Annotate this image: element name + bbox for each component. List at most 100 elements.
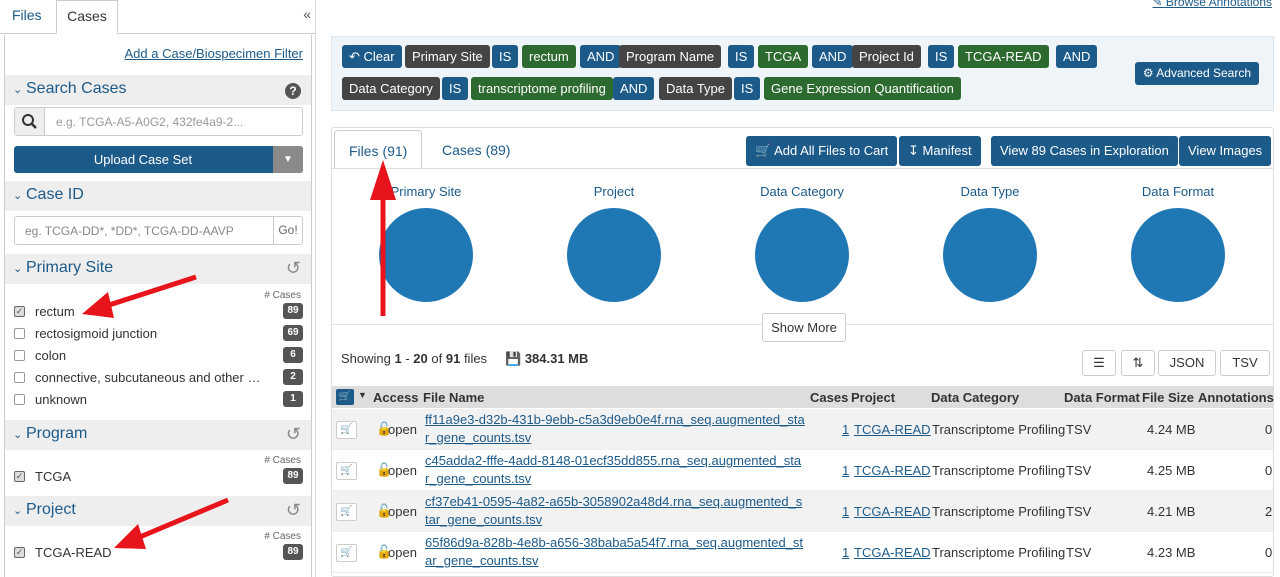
show-more-button[interactable]: Show More [762, 313, 846, 342]
caret-down-icon[interactable]: ▼ [273, 146, 303, 173]
filter-operator-pill[interactable]: IS [442, 77, 469, 100]
col-access[interactable]: Access [373, 390, 419, 405]
case-id-input[interactable]: eg. TCGA-DD*, *DD*, TCGA-DD-AAVP Go! [14, 216, 303, 245]
view-images-button[interactable]: View Images [1179, 136, 1272, 166]
add-filter-link[interactable]: Add a Case/Biospecimen Filter [125, 46, 303, 61]
go-button[interactable]: Go! [273, 217, 302, 244]
cases-link[interactable]: 1 [842, 504, 849, 519]
checkbox[interactable]: ✓ [14, 547, 25, 558]
checkbox[interactable] [14, 350, 25, 361]
filter-operator-pill[interactable]: AND [613, 77, 655, 100]
col-project[interactable]: Project [851, 390, 895, 405]
project-link[interactable]: TCGA-READ [854, 463, 931, 478]
pie-chart-slice[interactable] [567, 208, 661, 302]
program-header[interactable]: ⌄ Program ↺ [5, 420, 311, 450]
reset-icon[interactable]: ↺ [286, 500, 301, 521]
reset-icon[interactable]: ↺ [286, 424, 301, 445]
project-link[interactable]: TCGA-READ [854, 504, 931, 519]
project-header[interactable]: ⌄ Project ↺ [5, 496, 311, 526]
access-value: open [388, 463, 417, 478]
col-data-format[interactable]: Data Format [1064, 390, 1140, 405]
manifest-button[interactable]: ↧ Manifest [899, 136, 981, 166]
reset-icon[interactable]: ↺ [286, 258, 301, 279]
cases-link[interactable]: 1 [842, 422, 849, 437]
pie-chart-slice[interactable] [943, 208, 1037, 302]
checkbox[interactable] [14, 394, 25, 405]
checkbox[interactable]: ✓ [14, 306, 25, 317]
filter-value-pill[interactable]: TCGA [758, 45, 809, 68]
checkbox[interactable]: ✓ [14, 471, 25, 482]
filter-operator-pill[interactable]: IS [728, 45, 755, 68]
add-to-cart-icon[interactable]: 🛒 [336, 544, 357, 562]
col-cases[interactable]: Cases [810, 390, 848, 405]
col-file-name[interactable]: File Name [423, 390, 484, 405]
filter-value-pill[interactable]: TCGA-READ [958, 45, 1049, 68]
view-cases-button[interactable]: View 89 Cases in Exploration [991, 136, 1178, 166]
col-data-category[interactable]: Data Category [931, 390, 1019, 405]
file-name-link[interactable]: ff11a9e3-d32b-431b-9ebb-c5a3d9eb0e4f.rna… [425, 411, 805, 447]
add-to-cart-icon[interactable]: 🛒 [336, 503, 357, 521]
filter-field-pill[interactable]: Program Name [619, 45, 722, 68]
facet-item[interactable]: rectosigmoid junction 69 [14, 325, 303, 343]
tab-cases-results[interactable]: Cases (89) [428, 130, 524, 168]
checkbox[interactable] [14, 328, 25, 339]
case-id-header[interactable]: ⌄ Case ID [5, 181, 311, 211]
help-icon[interactable]: ? [285, 83, 301, 99]
access-value: open [388, 504, 417, 519]
checkbox[interactable] [14, 372, 25, 383]
filter-field-pill[interactable]: Project Id [852, 45, 921, 68]
json-export-button[interactable]: JSON [1158, 350, 1216, 376]
col-annotations[interactable]: Annotations [1198, 390, 1274, 405]
facet-item[interactable]: ✓ rectum 89 [14, 303, 303, 321]
total-size-value: 384.31 MB [524, 351, 589, 366]
pie-chart-slice[interactable] [379, 208, 473, 302]
facet-item[interactable]: ✓ TCGA-READ 89 [14, 544, 303, 562]
search-cases-header[interactable]: ⌄ Search Cases ? [5, 75, 311, 105]
filter-field-pill[interactable]: Data Type [659, 77, 733, 100]
add-to-cart-icon[interactable]: 🛒 [336, 462, 357, 480]
facet-item[interactable]: colon 6 [14, 347, 303, 365]
facet-item[interactable]: unknown 1 [14, 391, 303, 409]
upload-case-set-button[interactable]: Upload Case Set ▼ [14, 146, 303, 173]
file-name-link[interactable]: c45adda2-fffe-4add-8148-01ecf35dd855.rna… [425, 452, 805, 488]
caret-down-icon[interactable]: ▼ [358, 390, 367, 400]
filter-field-pill[interactable]: Data Category [342, 77, 440, 100]
filter-value-pill[interactable]: transcriptome profiling [471, 77, 613, 100]
project-link[interactable]: TCGA-READ [854, 422, 931, 437]
filter-value-pill[interactable]: Gene Expression Quantification [764, 77, 961, 100]
filter-operator-pill[interactable]: IS [734, 77, 761, 100]
collapse-sidebar-icon[interactable]: « [303, 6, 311, 22]
add-all-to-cart-button[interactable]: 🛒 Add All Files to Cart [746, 136, 898, 166]
cases-link[interactable]: 1 [842, 545, 849, 560]
filter-operator-pill[interactable]: AND [580, 45, 622, 68]
columns-menu-button[interactable]: ☰ [1082, 350, 1116, 376]
browse-annotations-link[interactable]: ✎ Browse Annotations [1153, 0, 1272, 9]
add-to-cart-icon[interactable]: 🛒 [336, 421, 357, 439]
primary-site-header[interactable]: ⌄ Primary Site ↺ [5, 254, 311, 284]
filter-operator-pill[interactable]: IS [492, 45, 519, 68]
tab-cases[interactable]: Cases [56, 0, 118, 34]
case-search-input[interactable]: e.g. TCGA-A5-A0G2, 432fe4a9-2... [14, 107, 303, 136]
cart-select-all-icon[interactable]: 🛒 [336, 389, 354, 405]
facet-item[interactable]: ✓ TCGA 89 [14, 468, 303, 486]
filter-operator-pill[interactable]: IS [928, 45, 955, 68]
file-name-link[interactable]: cf37eb41-0595-4a82-a65b-3058902a48d4.rna… [425, 493, 805, 529]
facet-count-badge: 89 [283, 303, 303, 319]
facet-item[interactable]: connective, subcutaneous and other soft … [14, 369, 303, 387]
filter-value-pill[interactable]: rectum [522, 45, 576, 68]
file-name-link[interactable]: 65f86d9a-828b-4e8b-a656-38baba5a54f7.rna… [425, 534, 805, 570]
filter-field-pill[interactable]: Primary Site [405, 45, 490, 68]
pie-chart-slice[interactable] [755, 208, 849, 302]
tab-files-results[interactable]: Files (91) [334, 130, 423, 168]
tsv-export-button[interactable]: TSV [1220, 350, 1270, 376]
clear-query-button[interactable]: ↶ Clear [342, 45, 402, 68]
cases-link[interactable]: 1 [842, 463, 849, 478]
sort-button[interactable]: ⇅ [1121, 350, 1155, 376]
tab-files[interactable]: Files [0, 0, 54, 34]
project-link[interactable]: TCGA-READ [854, 545, 931, 560]
pie-chart-slice[interactable] [1131, 208, 1225, 302]
advanced-search-button[interactable]: ⚙ Advanced Search [1134, 62, 1259, 85]
filter-operator-pill[interactable]: AND [812, 45, 854, 68]
filter-operator-pill[interactable]: AND [1056, 45, 1098, 68]
col-file-size[interactable]: File Size [1142, 390, 1194, 405]
